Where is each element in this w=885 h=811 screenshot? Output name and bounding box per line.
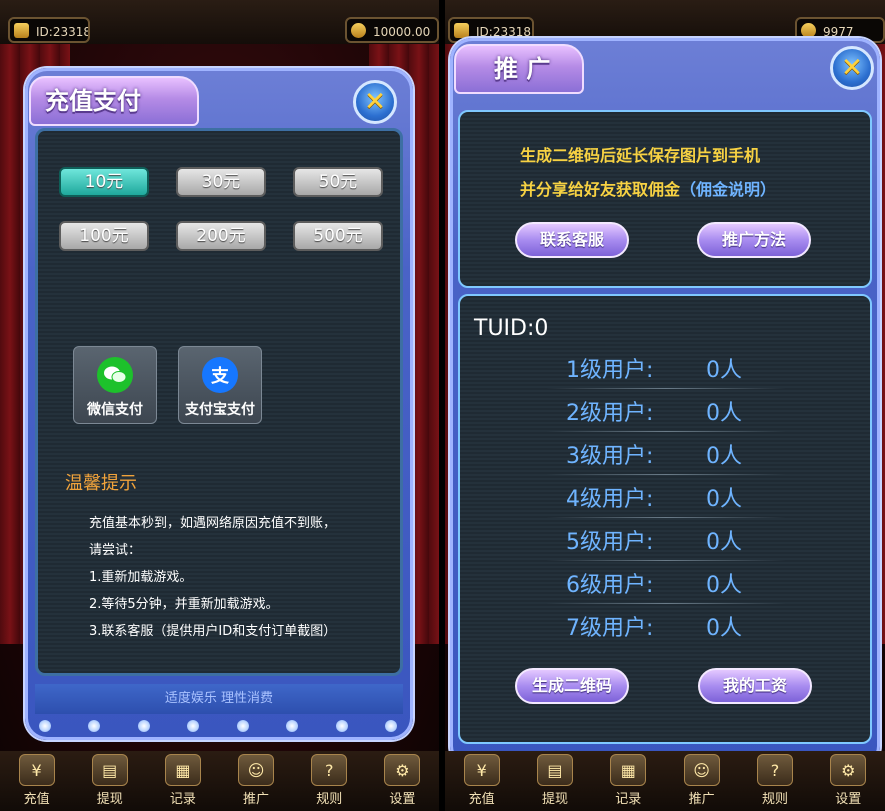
settings-icon: ⚙: [384, 754, 421, 786]
decorative-dots: [39, 720, 397, 732]
nav-record[interactable]: ▦ 记录: [155, 754, 211, 807]
dialog-title: 推 广: [454, 44, 584, 94]
nav-settings[interactable]: ⚙ 设置: [374, 754, 430, 807]
wechat-pay-button[interactable]: 微信支付: [73, 346, 157, 424]
bottom-nav: ¥ 充值 ▤ 提现 ▦ 记录 ☺ 推广 ? 规则 ⚙ 设置: [0, 751, 439, 811]
amount-option-500[interactable]: 500元: [293, 221, 383, 251]
instruction-line: 生成二维码后延长保存图片到手机: [520, 146, 761, 165]
tip-line: 3.联系客服（提供用户ID和支付订单截图）: [89, 624, 337, 639]
promote-icon: ☺: [238, 754, 275, 786]
tips-title: 温馨提示: [65, 473, 137, 494]
top-bar: ID:23318 10000.00: [0, 0, 439, 44]
close-button[interactable]: ✕: [830, 46, 874, 90]
nav-rules[interactable]: ? 规则: [301, 754, 357, 807]
contact-service-button[interactable]: 联系客服: [515, 222, 629, 258]
promotion-method-button[interactable]: 推广方法: [697, 222, 811, 258]
record-icon: ▦: [164, 754, 201, 786]
alipay-label: 支付宝支付: [185, 402, 255, 418]
help-icon: ?: [756, 754, 793, 786]
referral-stats-box: TUID:0 1级用户: 0人 2级用户: 0人 3级用户: 0人 4级用户: 0人 5…: [458, 294, 872, 744]
promote-icon: ☺: [683, 754, 720, 786]
withdraw-icon: ▤: [91, 754, 128, 786]
amount-option-200[interactable]: 200元: [176, 221, 266, 251]
tip-line: 充值基本秒到，如遇网络原因充值不到账，: [89, 516, 337, 531]
right-screen: ID:23318 9977 推 广 生成二维码后延长保存图片到手机 并分享给好友…: [445, 0, 885, 811]
nav-rules[interactable]: ? 规则: [747, 754, 803, 807]
nav-withdraw[interactable]: ▤ 提现: [527, 754, 583, 807]
recharge-icon: ¥: [463, 754, 500, 786]
promotion-info-box: 生成二维码后延长保存图片到手机 并分享给好友获取佣金（佣金说明） 联系客服 推广…: [458, 110, 872, 288]
nav-recharge[interactable]: ¥ 充值: [9, 754, 65, 807]
my-salary-button[interactable]: 我的工资: [698, 668, 812, 704]
id-icon: [454, 23, 469, 38]
left-screen: ID:23318 10000.00 充值支付 10元 30元 50元 100元 …: [0, 0, 439, 811]
recharge-icon: ¥: [18, 754, 55, 786]
id-icon: [14, 23, 29, 38]
nav-withdraw[interactable]: ▤ 提现: [82, 754, 138, 807]
wechat-icon: [97, 357, 133, 393]
coin-icon: [351, 23, 366, 38]
nav-settings[interactable]: ⚙ 设置: [820, 754, 876, 807]
tip-line: 请尝试：: [89, 543, 142, 558]
withdraw-icon: ▤: [536, 754, 573, 786]
amount-option-30[interactable]: 30元: [176, 167, 266, 197]
record-icon: ▦: [610, 754, 647, 786]
amount-option-10[interactable]: 10元: [59, 167, 149, 197]
tip-line: 1.重新加载游戏。: [89, 570, 193, 585]
coin-icon: [801, 23, 816, 38]
dialog-title: 充值支付: [29, 76, 199, 126]
user-id-display: ID:23318: [8, 17, 90, 43]
settings-icon: ⚙: [830, 754, 867, 786]
tuid-label: TUID:0: [474, 316, 549, 341]
close-button[interactable]: ✕: [353, 80, 397, 124]
nav-recharge[interactable]: ¥ 充值: [454, 754, 510, 807]
recharge-dialog: 充值支付 10元 30元 50元 100元 200元 500元 微信支付 支 支…: [25, 68, 413, 740]
generate-qr-button[interactable]: 生成二维码: [515, 668, 629, 704]
tip-line: 2.等待5分钟，并重新加载游戏。: [89, 597, 279, 612]
wechat-pay-label: 微信支付: [87, 402, 143, 418]
close-x-icon: ✕: [364, 87, 386, 117]
nav-promote[interactable]: ☺ 推广: [228, 754, 284, 807]
amount-option-50[interactable]: 50元: [293, 167, 383, 197]
alipay-button[interactable]: 支 支付宝支付: [178, 346, 262, 424]
recharge-content: 10元 30元 50元 100元 200元 500元 微信支付 支 支付宝支付 …: [35, 128, 403, 676]
instruction-line: 并分享给好友获取佣金（佣金说明）: [520, 180, 777, 199]
coin-balance: 10000.00: [345, 17, 439, 43]
nav-record[interactable]: ▦ 记录: [600, 754, 656, 807]
help-icon: ?: [311, 754, 348, 786]
promotion-dialog: 推 广 生成二维码后延长保存图片到手机 并分享给好友获取佣金（佣金说明） 联系客…: [450, 38, 880, 768]
bottom-nav: ¥ 充值 ▤ 提现 ▦ 记录 ☺ 推广 ? 规则 ⚙ 设置: [445, 751, 885, 811]
footer-slogan: 适度娱乐 理性消费: [35, 684, 403, 714]
nav-promote[interactable]: ☺ 推广: [674, 754, 730, 807]
commission-explain-link[interactable]: （佣金说明）: [680, 180, 776, 199]
alipay-icon: 支: [202, 357, 238, 393]
close-x-icon: ✕: [841, 53, 863, 83]
amount-option-100[interactable]: 100元: [59, 221, 149, 251]
